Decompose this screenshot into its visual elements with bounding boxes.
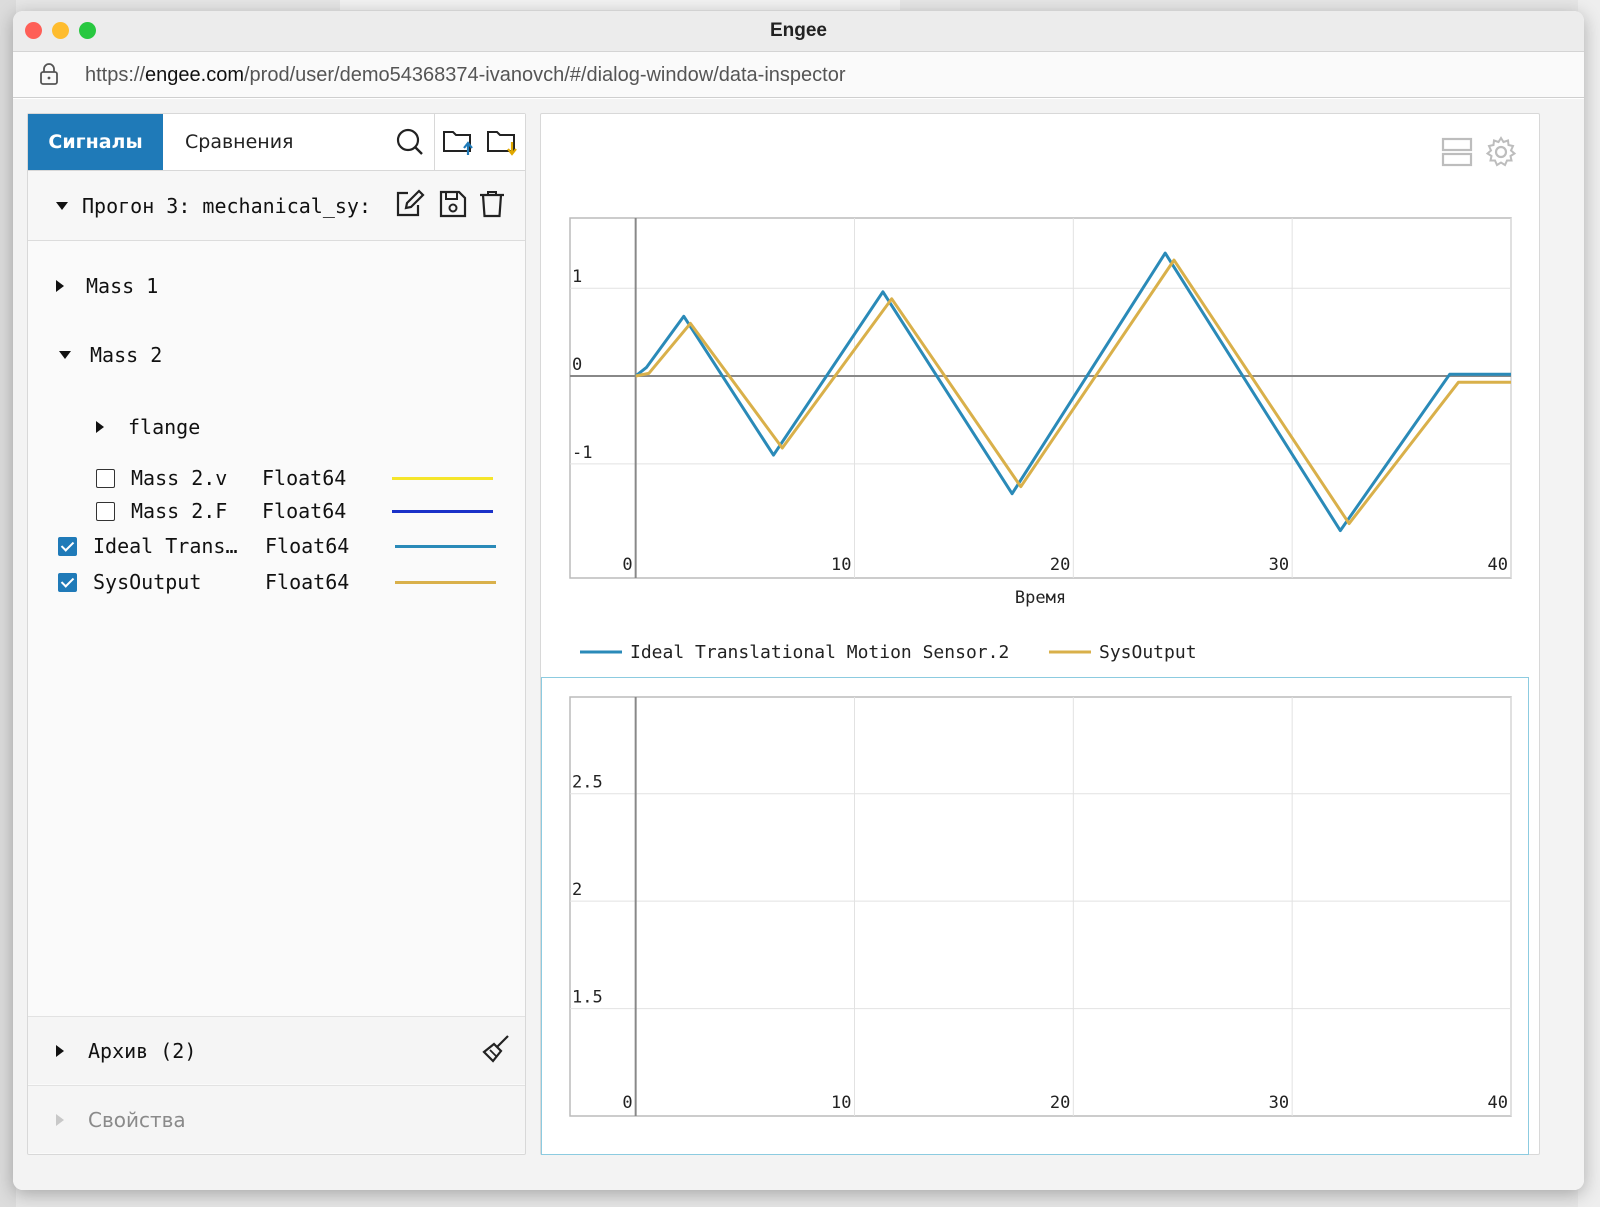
delete-run-button[interactable] bbox=[478, 189, 506, 223]
edit-icon bbox=[396, 188, 425, 216]
signal-row[interactable]: SysOutput Float64 bbox=[58, 570, 496, 594]
tab-comparisons[interactable]: Сравнения bbox=[163, 114, 315, 170]
x-tick-label: 0 bbox=[622, 1093, 632, 1113]
folder-upload-icon bbox=[443, 131, 473, 155]
y-tick-label: 1.5 bbox=[572, 988, 603, 1008]
expand-icon[interactable] bbox=[56, 280, 64, 292]
x-tick-label: 30 bbox=[1269, 555, 1289, 575]
x-tick-label: 20 bbox=[1050, 555, 1070, 575]
url-path: /prod/user/demo54368374-ivanovch/#/dialo… bbox=[244, 64, 846, 86]
signal-row[interactable]: Mass 2.v Float64 bbox=[96, 466, 493, 490]
signal-type: Float64 bbox=[265, 534, 350, 558]
x-axis-label: Время bbox=[1015, 588, 1066, 608]
signal-checkbox[interactable] bbox=[58, 536, 77, 556]
signal-type: Float64 bbox=[265, 570, 350, 594]
search-icon bbox=[396, 128, 423, 155]
run-label: Прогон 3: mechanical_sy: bbox=[82, 193, 371, 218]
empty-chart[interactable]: 0 10 20 30 40 2.5 2 1.5 bbox=[541, 676, 1541, 1156]
plot-panel: 0 10 20 30 40 1 0 -1 Время Ideal Translational Mo… bbox=[540, 113, 1540, 1155]
y-tick-label: 2.5 bbox=[572, 773, 603, 793]
archive-row[interactable]: Архив (2) bbox=[28, 1016, 525, 1084]
y-tick-label: 1 bbox=[572, 267, 582, 287]
signal-checkbox[interactable] bbox=[96, 501, 115, 521]
background-desktop-top bbox=[340, 0, 900, 10]
x-tick-label: 10 bbox=[831, 1093, 851, 1113]
browser-window: Engee https://engee.com/prod/user/demo54… bbox=[13, 11, 1584, 1190]
lock-icon bbox=[39, 62, 59, 90]
legend-label: Ideal Translational Motion Sensor.2 bbox=[630, 642, 1009, 663]
url-text[interactable]: https://engee.com/prod/user/demo54368374… bbox=[85, 64, 845, 87]
signal-color-swatch[interactable] bbox=[395, 544, 496, 548]
signal-name: Mass 2.v bbox=[131, 466, 228, 490]
signal-row[interactable]: Mass 2.F Float64 bbox=[96, 499, 493, 523]
properties-row[interactable]: Свойства bbox=[28, 1085, 525, 1153]
collapse-icon[interactable] bbox=[56, 201, 68, 210]
signal-type: Float64 bbox=[262, 499, 347, 523]
y-tick-label: 2 bbox=[572, 880, 582, 900]
collapse-icon[interactable] bbox=[59, 351, 71, 359]
signal-name: SysOutput bbox=[93, 570, 202, 594]
save-icon bbox=[439, 190, 467, 217]
x-tick-label: 30 bbox=[1269, 1093, 1289, 1113]
title-bar: Engee bbox=[13, 11, 1584, 52]
clear-archive-button[interactable] bbox=[481, 1034, 511, 1068]
url-host: engee.com bbox=[145, 64, 244, 86]
signal-checkbox[interactable] bbox=[96, 468, 115, 488]
x-tick-label: 0 bbox=[622, 555, 632, 575]
signal-name: Mass 2.F bbox=[131, 499, 228, 523]
tab-bar: Сигналы Сравнения bbox=[28, 114, 525, 171]
folder-download-icon bbox=[487, 131, 517, 156]
properties-label: Свойства bbox=[88, 1107, 186, 1132]
download-folder-button[interactable] bbox=[481, 114, 525, 170]
data-inspector-app: Сигналы Сравнения Прогон 3: mechanical_s… bbox=[13, 99, 1584, 1190]
expand-icon[interactable] bbox=[96, 421, 104, 433]
url-scheme: https:// bbox=[85, 64, 146, 86]
signal-color-swatch[interactable] bbox=[395, 580, 496, 584]
expand-icon[interactable] bbox=[56, 1044, 64, 1057]
signal-color-swatch[interactable] bbox=[392, 476, 493, 480]
signal-chart[interactable]: 0 10 20 30 4010-1ВремяIdeal Translational Mo… bbox=[541, 114, 1541, 674]
edit-run-button[interactable] bbox=[394, 188, 426, 223]
signals-panel: Сигналы Сравнения Прогон 3: mechanical_s… bbox=[27, 113, 526, 1155]
address-bar[interactable]: https://engee.com/prod/user/demo54368374… bbox=[13, 52, 1584, 98]
tree-item-flange[interactable]: flange bbox=[96, 415, 200, 439]
upload-folder-button[interactable] bbox=[437, 114, 481, 170]
signal-name: Ideal Trans… bbox=[93, 534, 238, 558]
x-tick-label: 40 bbox=[1488, 555, 1508, 575]
broom-icon bbox=[482, 1034, 509, 1063]
y-tick-label: 0 bbox=[572, 355, 582, 375]
save-run-button[interactable] bbox=[438, 189, 468, 223]
y-tick-label: -1 bbox=[572, 443, 592, 463]
signal-checkbox[interactable] bbox=[58, 572, 77, 592]
window-title: Engee bbox=[769, 20, 828, 41]
signal-color-swatch[interactable] bbox=[392, 509, 493, 513]
search-button[interactable] bbox=[388, 114, 432, 170]
x-tick-label: 10 bbox=[831, 555, 851, 575]
plot-area bbox=[569, 696, 1512, 1117]
plot-area bbox=[569, 217, 1512, 579]
archive-label: Архив (2) bbox=[88, 1038, 197, 1063]
x-tick-label: 40 bbox=[1488, 1093, 1508, 1113]
run-header[interactable]: Прогон 3: mechanical_sy: bbox=[28, 171, 525, 241]
trash-icon bbox=[480, 190, 504, 217]
tree-item-mass2[interactable]: Mass 2 bbox=[56, 343, 162, 367]
legend-label: SysOutput bbox=[1099, 642, 1197, 663]
x-tick-label: 20 bbox=[1050, 1093, 1070, 1113]
signal-row[interactable]: Ideal Trans… Float64 bbox=[58, 534, 496, 558]
tree-item-mass1[interactable]: Mass 1 bbox=[56, 274, 158, 298]
signal-type: Float64 bbox=[262, 466, 347, 490]
expand-icon[interactable] bbox=[56, 1113, 64, 1126]
tab-signals[interactable]: Сигналы bbox=[28, 114, 163, 170]
